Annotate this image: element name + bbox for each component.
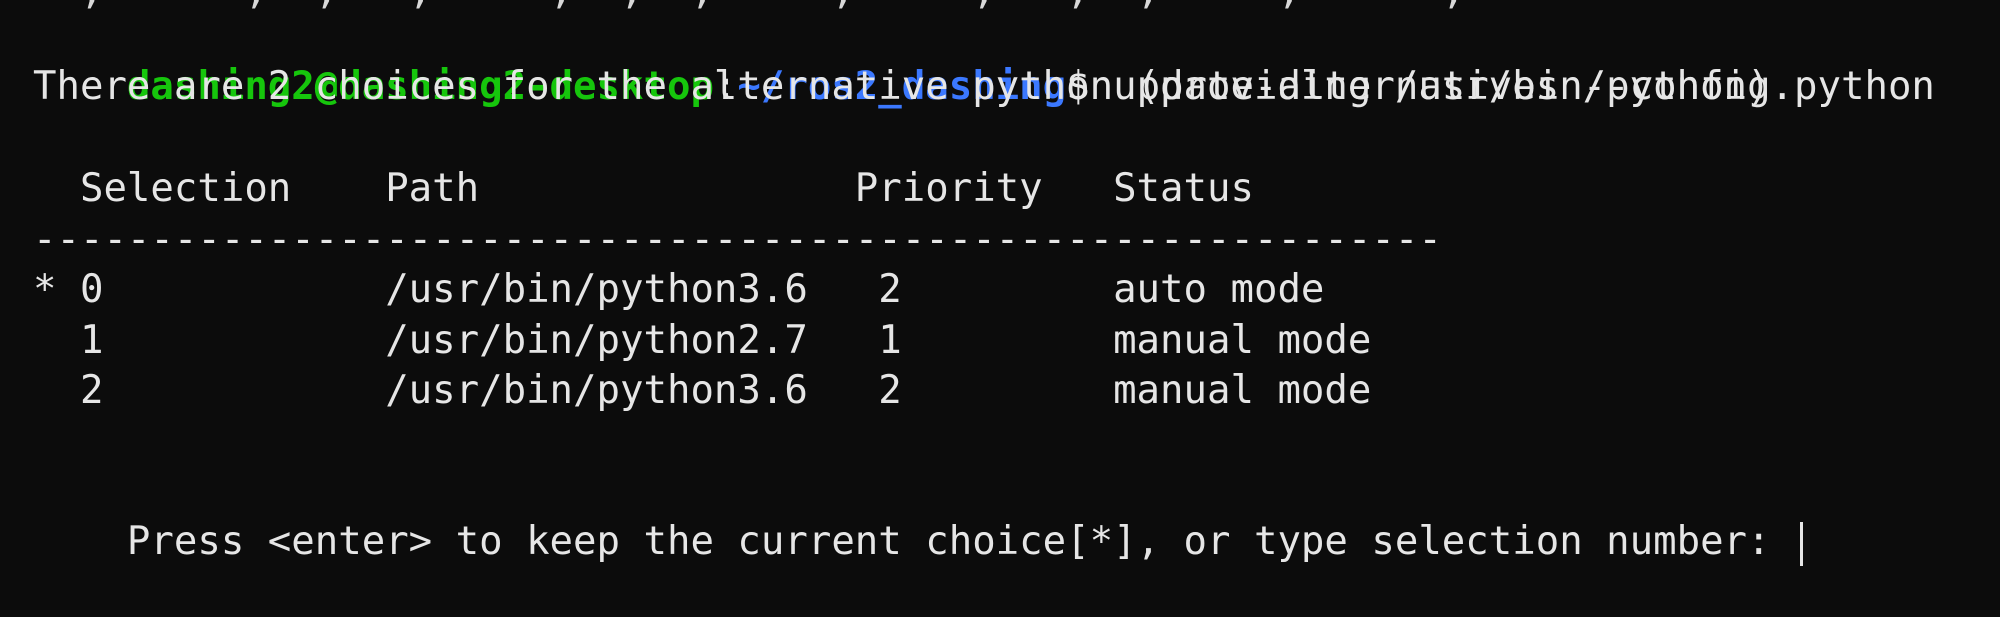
command-line: dashing2@dashing2-desktop:~/ros2_dashing… bbox=[33, 12, 1935, 109]
input-line[interactable]: Press <enter> to keep the current choice… bbox=[33, 467, 1804, 566]
table-row: 1 /usr/bin/python2.7 1 manual mode bbox=[33, 318, 1372, 363]
table-divider: ----------------------------------------… bbox=[33, 217, 1442, 262]
table-row: * 0 /usr/bin/python3.6 2 auto mode bbox=[33, 267, 1325, 312]
input-prompt: Press <enter> to keep the current choice… bbox=[126, 519, 1795, 564]
table-header: Selection Path Priority Status bbox=[33, 166, 1254, 211]
terminal-window[interactable]: , , , , , , , , , , , , , dashing2@dashi… bbox=[0, 0, 2000, 566]
info-line: There are 2 choices for the alternative … bbox=[33, 64, 1794, 109]
table-row: 2 /usr/bin/python3.6 2 manual mode bbox=[33, 368, 1372, 413]
text-cursor[interactable] bbox=[1800, 521, 1804, 566]
